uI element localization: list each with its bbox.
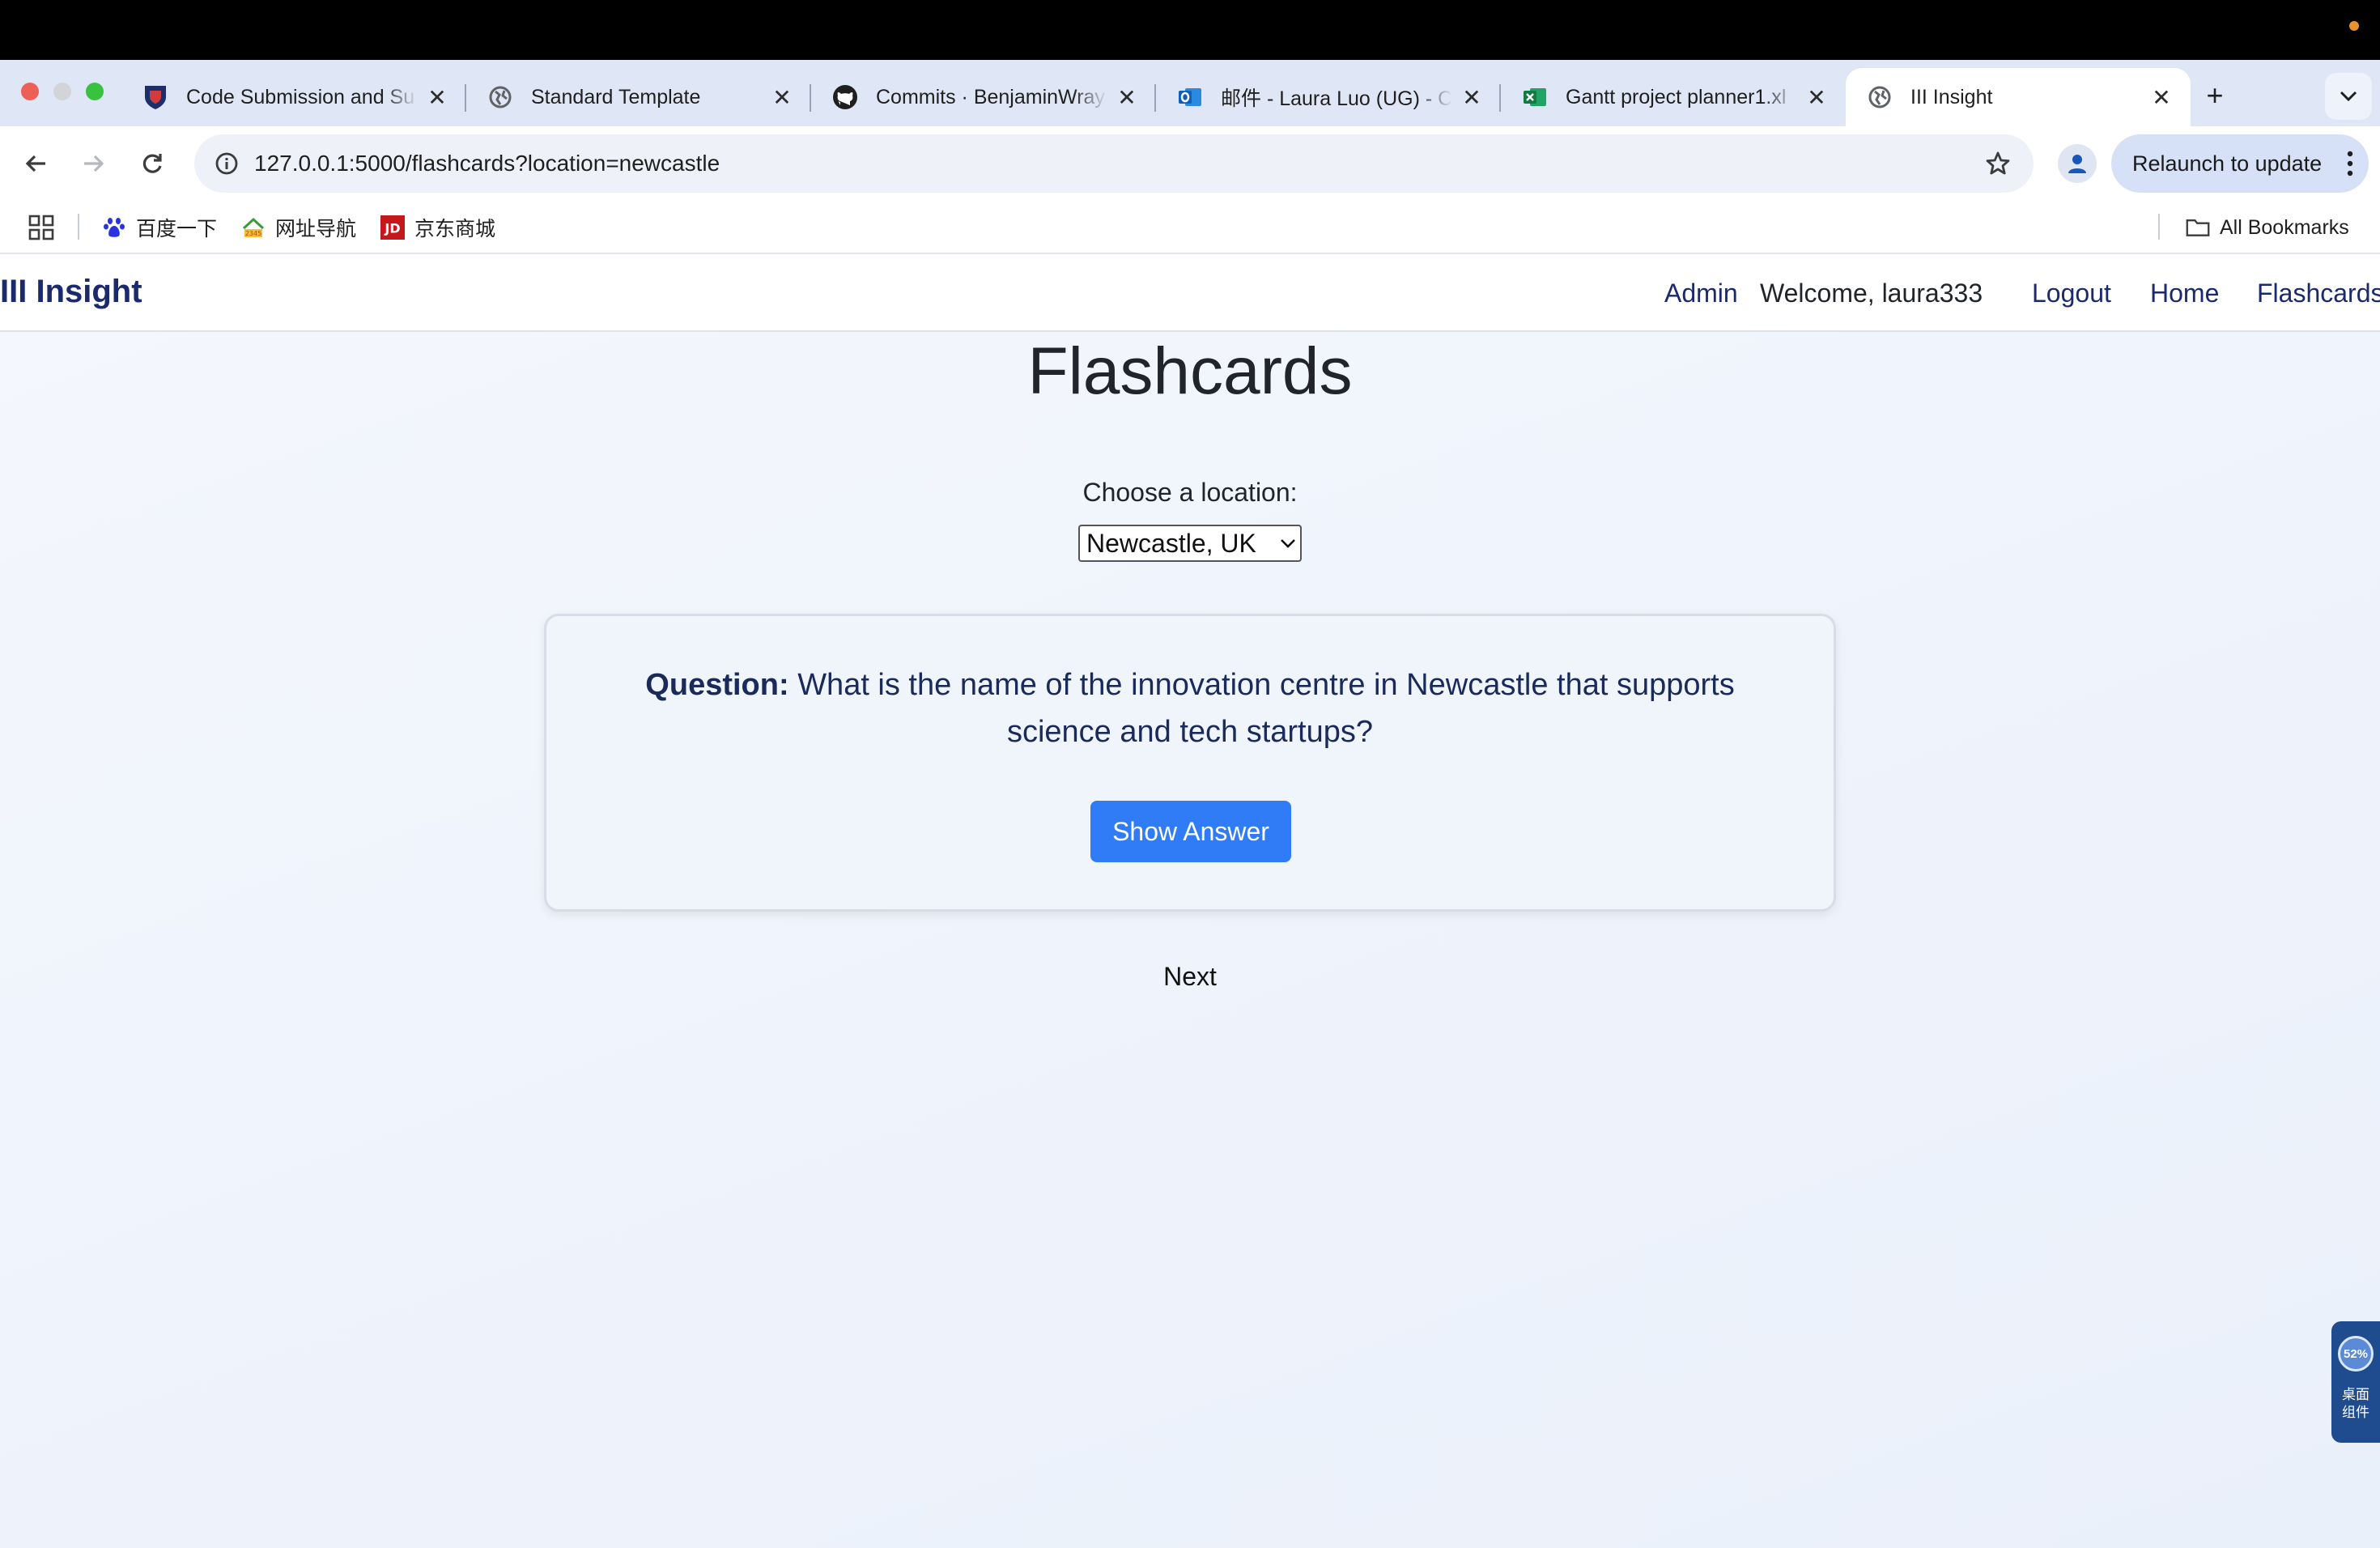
page-content: III Insight Admin Welcome, laura333 Logo…: [0, 254, 2380, 1548]
question-body: What is the name of the innovation centr…: [797, 668, 1735, 749]
question-text: Question: What is the name of the innova…: [611, 661, 1769, 755]
os-menu-bar: [0, 0, 2380, 60]
forward-button[interactable]: [74, 144, 113, 183]
widget-percent: 52%: [2338, 1336, 2374, 1372]
bookmark-star-icon[interactable]: [1982, 147, 2014, 180]
close-icon[interactable]: ✕: [1114, 84, 1140, 111]
back-button[interactable]: [16, 144, 55, 183]
github-icon: [832, 84, 858, 110]
tab-title: Standard Template: [531, 85, 701, 108]
nav-home-link[interactable]: Home: [2150, 279, 2219, 308]
nav-logout-link[interactable]: Logout: [2032, 279, 2111, 308]
question-prefix: Question:: [645, 668, 789, 702]
university-shield-icon: [142, 84, 168, 110]
close-icon[interactable]: ✕: [1459, 84, 1485, 111]
close-icon[interactable]: ✕: [769, 84, 795, 111]
excel-icon: [1522, 84, 1548, 110]
site-info-icon[interactable]: [210, 147, 243, 180]
address-bar[interactable]: 127.0.0.1:5000/flashcards?location=newca…: [194, 134, 2034, 193]
page-title: Flashcards: [1027, 334, 1353, 408]
tab-title: Code Submission and Su: [186, 85, 415, 108]
tab-title: Commits · BenjaminWray: [876, 85, 1105, 108]
bookmark-hao123[interactable]: 2345 网址导航: [241, 212, 356, 243]
tab-gantt-planner[interactable]: Gantt project planner1.xl ✕: [1501, 68, 1846, 126]
globe-icon: [1867, 84, 1893, 110]
bookmark-divider: [2158, 214, 2160, 240]
brand-logo[interactable]: III Insight: [0, 274, 142, 310]
arrow-left-icon: [25, 155, 45, 172]
svg-text:JD: JD: [384, 221, 400, 236]
address-url[interactable]: 127.0.0.1:5000/flashcards?location=newca…: [254, 151, 720, 176]
site-navbar: III Insight Admin Welcome, laura333 Logo…: [0, 254, 2380, 332]
location-select[interactable]: Newcastle, UK: [1078, 525, 1302, 562]
nav-admin-link[interactable]: Admin: [1664, 279, 1738, 308]
baidu-paw-icon: [102, 215, 126, 240]
tab-title: Gantt project planner1.xl: [1566, 85, 1787, 108]
bookmark-label: 网址导航: [275, 218, 357, 240]
chevron-down-icon: [1276, 538, 1300, 548]
outlook-icon: [1177, 84, 1203, 110]
relaunch-button[interactable]: Relaunch to update: [2111, 134, 2369, 193]
tab-outlook-mail[interactable]: 邮件 - Laura Luo (UG) - C ✕: [1156, 68, 1501, 126]
hao123-icon: 2345: [241, 215, 266, 240]
bookmark-label: 百度一下: [136, 218, 218, 240]
next-button[interactable]: Next: [0, 962, 2380, 992]
globe-icon: [487, 84, 513, 110]
nav-flashcards-link[interactable]: Flashcards: [2257, 279, 2380, 308]
all-bookmarks-button[interactable]: All Bookmarks: [2186, 212, 2349, 243]
tab-standard-template[interactable]: Standard Template ✕: [466, 68, 811, 126]
bookmark-divider: [78, 214, 79, 240]
desktop-widget[interactable]: 52% 桌面 组件: [2331, 1321, 2380, 1443]
bookmark-baidu[interactable]: 百度一下: [102, 212, 217, 243]
more-options-icon[interactable]: [2346, 149, 2354, 182]
chevron-down-icon: [2340, 91, 2357, 102]
flashcard: Question: What is the name of the innova…: [544, 614, 1836, 912]
close-icon[interactable]: ✕: [2148, 84, 2174, 111]
tab-iii-insight[interactable]: III Insight ✕: [1846, 68, 2191, 126]
tab-search-button[interactable]: [2325, 73, 2372, 120]
recording-indicator-icon: [2349, 21, 2359, 31]
close-icon[interactable]: ✕: [424, 84, 450, 111]
widget-label: 桌面 组件: [2331, 1386, 2380, 1422]
maximize-window-button[interactable]: [86, 83, 104, 100]
profile-avatar[interactable]: [2058, 144, 2097, 183]
tab-code-submission[interactable]: Code Submission and Su ✕: [121, 68, 466, 126]
bookmarks-bar: 百度一下 2345 网址导航 JD 京东商城 All Bookmarks: [0, 201, 2380, 254]
folder-icon: [2186, 215, 2210, 240]
widget-label-line1: 桌面: [2342, 1387, 2369, 1402]
bookmark-jd[interactable]: JD 京东商城: [380, 212, 495, 243]
show-answer-button[interactable]: Show Answer: [1090, 801, 1291, 862]
close-window-button[interactable]: [21, 83, 39, 100]
minimize-window-button[interactable]: [53, 83, 71, 100]
welcome-text: Welcome, laura333: [1760, 279, 1983, 308]
location-label: Choose a location:: [1082, 478, 1298, 507]
tab-title: 邮件 - Laura Luo (UG) - C: [1221, 87, 1452, 110]
close-icon[interactable]: ✕: [1804, 84, 1830, 111]
apps-grid-icon[interactable]: [28, 214, 55, 241]
svg-text:2345: 2345: [245, 230, 261, 237]
bookmark-label: 京东商城: [414, 218, 496, 240]
reload-icon: [142, 154, 162, 173]
tab-strip: Code Submission and Su ✕ Standard Templa…: [0, 60, 2380, 126]
widget-label-line2: 组件: [2342, 1405, 2369, 1420]
jd-icon: JD: [380, 215, 405, 240]
all-bookmarks-label: All Bookmarks: [2220, 215, 2349, 239]
tab-github-commits[interactable]: Commits · BenjaminWray ✕: [811, 68, 1156, 126]
browser-toolbar: 127.0.0.1:5000/flashcards?location=newca…: [0, 126, 2380, 201]
reload-button[interactable]: [133, 144, 172, 183]
new-tab-button[interactable]: +: [2195, 76, 2234, 115]
location-selected-value: Newcastle, UK: [1086, 528, 1256, 558]
arrow-right-icon: [84, 155, 104, 172]
relaunch-label: Relaunch to update: [2132, 151, 2323, 176]
person-icon: [2068, 155, 2086, 173]
tab-title: III Insight: [1910, 85, 1993, 108]
